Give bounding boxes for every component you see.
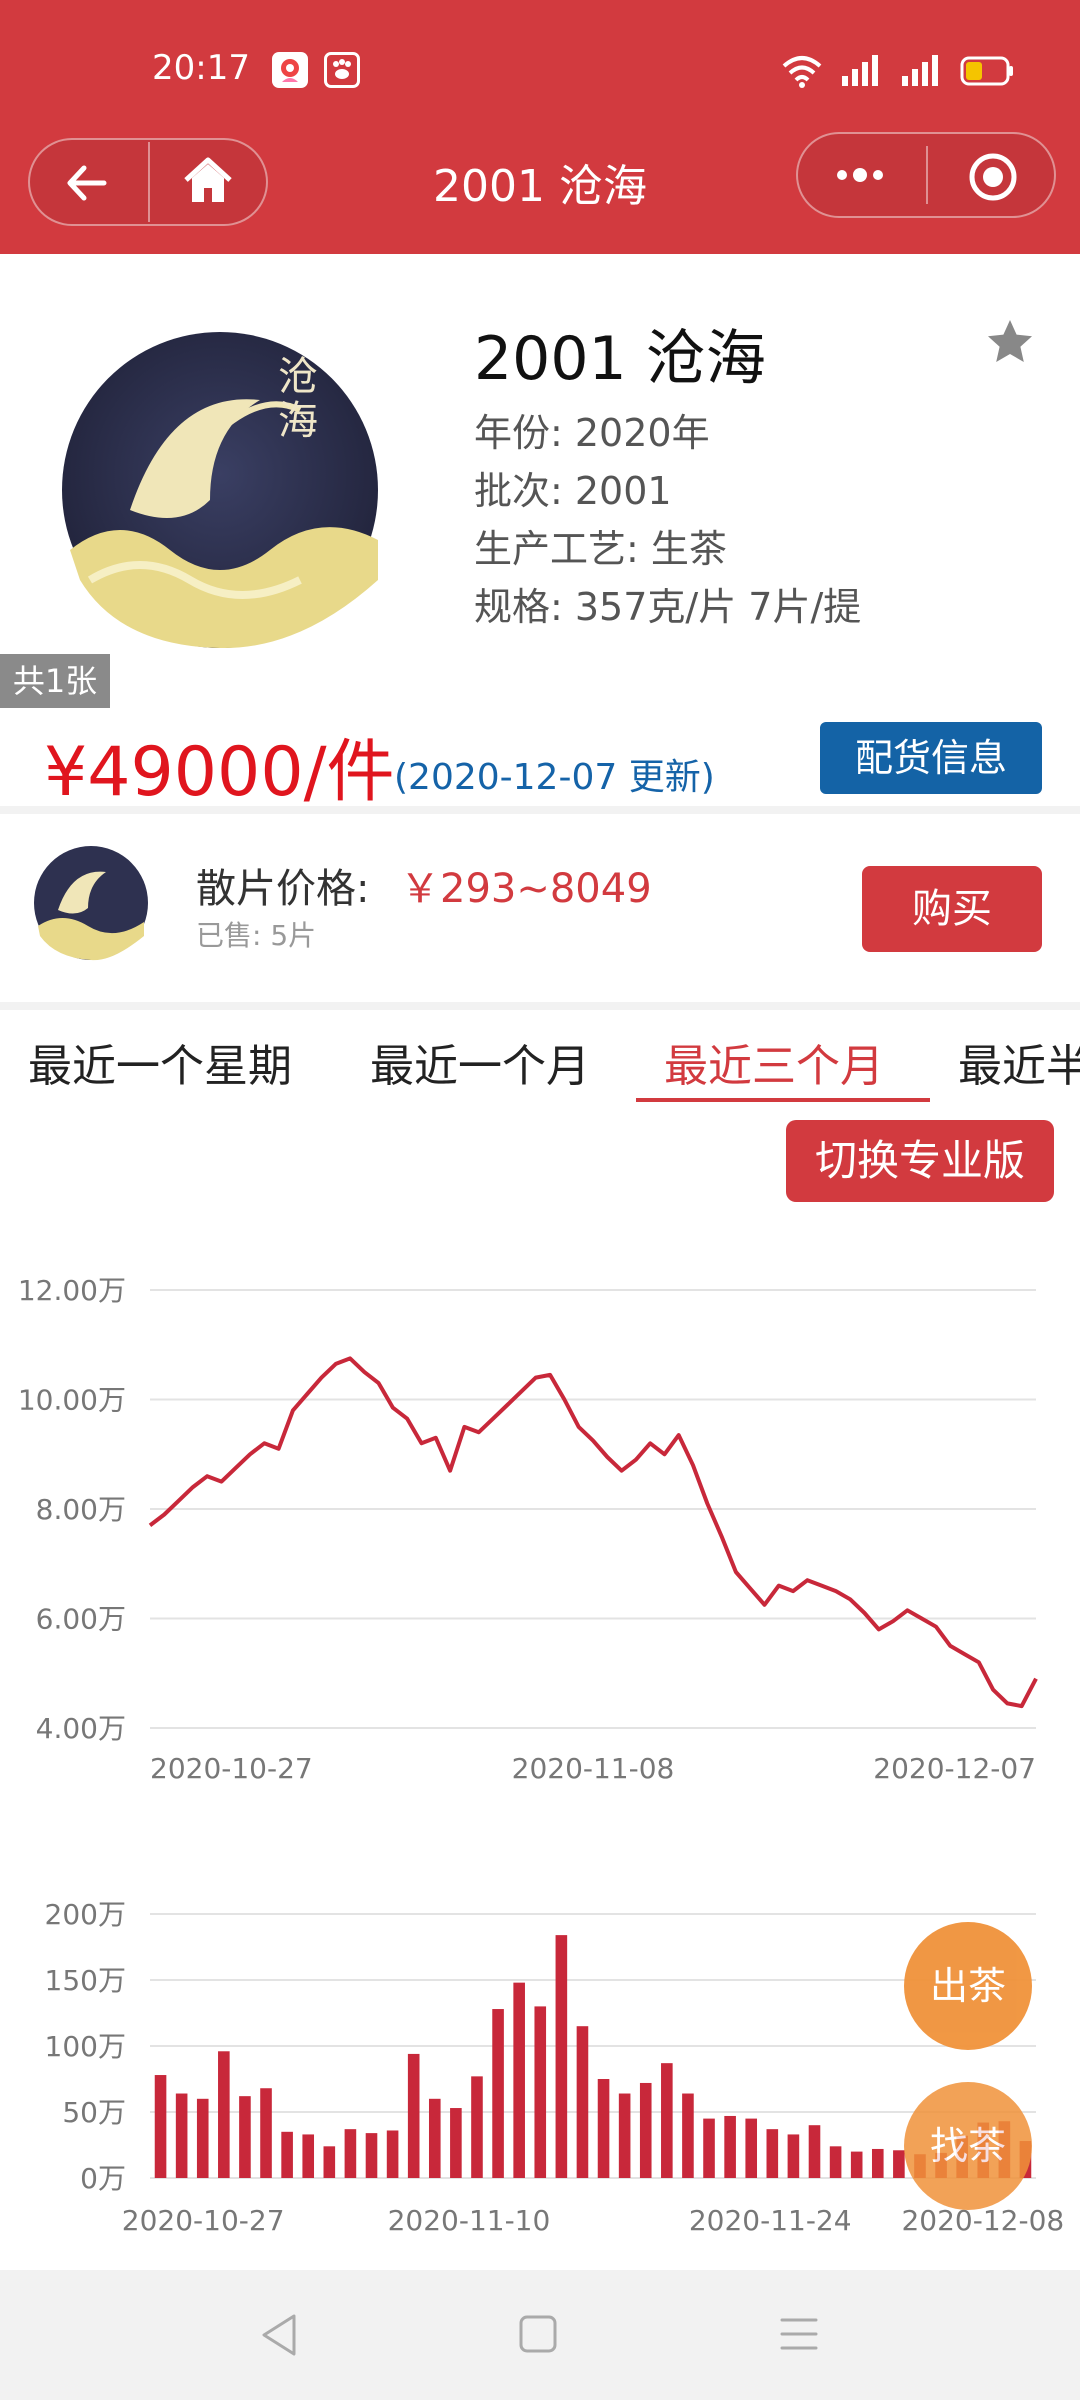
tab-last-week[interactable]: 最近一个星期 [28,1030,292,1094]
volume-bar [281,2131,293,2178]
signal-icon-2 [896,52,940,92]
y-tick-label: 8.00万 [36,1493,126,1526]
sell-tea-fab[interactable]: 出茶 [904,1922,1032,2050]
tab-last-month[interactable]: 最近一个月 [370,1030,590,1094]
battery-icon [960,56,1014,90]
volume-bar [175,2093,188,2178]
y-tick-label: 0万 [80,2162,126,2195]
volume-bar [513,1982,525,2178]
product-spec: 规格: 357克/片 7片/提 [474,585,862,629]
volume-bar [682,2093,694,2178]
tea-cake-image[interactable]: 沧 海 [60,330,380,654]
volume-bar [471,2076,483,2178]
price-series-line [148,1356,1038,1709]
x-tick-label: 2020-11-24 [689,2204,852,2237]
x-tick-label: 2020-10-27 [122,2204,285,2237]
x-tick-label: 2020-12-08 [901,2204,1064,2237]
loose-tea-thumbnail [32,844,150,966]
volume-bar [639,2082,652,2178]
volume-bar [850,2151,863,2178]
product-price: ¥49000/件 [44,733,395,812]
svg-text:沧: 沧 [278,354,318,400]
volume-bar [428,2098,441,2178]
close-target-icon[interactable] [966,150,1020,208]
volume-bar [597,2079,610,2178]
find-tea-fab[interactable]: 找茶 [904,2082,1032,2210]
loose-sold-count: 已售: 5片 [196,919,317,952]
product-batch: 批次: 2001 [474,469,672,513]
volume-bar [555,1935,568,2178]
volume-bar [260,2088,272,2178]
x-tick-label: 2020-11-08 [512,1752,675,1785]
notification-app-icon [272,52,308,88]
price-updated: (2020-12-07 更新) [394,757,715,798]
paw-app-icon [324,52,360,88]
x-tick-label: 2020-11-10 [388,2204,551,2237]
y-tick-label: 100万 [45,2030,126,2063]
volume-bar [766,2129,779,2178]
favorite-star-icon[interactable] [984,316,1036,372]
volume-bar [492,2009,504,2178]
volume-bar [787,2134,800,2178]
volume-bar [724,2115,736,2178]
y-tick-label: 150万 [45,1964,126,1997]
loose-price-range: ￥293~8049 [400,866,652,912]
wifi-icon [782,54,822,92]
x-tick-label: 2020-12-07 [873,1752,1036,1785]
y-tick-label: 4.00万 [36,1712,126,1745]
product-process: 生产工艺: 生茶 [474,527,727,571]
y-tick-label: 10.00万 [18,1384,126,1417]
volume-bar [386,2130,399,2178]
loose-price-label: 散片价格: [196,866,370,912]
y-tick-label: 6.00万 [36,1603,126,1636]
volume-bar [871,2148,884,2178]
status-time: 20:17 [152,48,250,88]
volume-bar [218,2051,230,2178]
tab-last-half-year[interactable]: 最近半 [958,1030,1080,1094]
price-line-chart: 12.00万 10.00万 8.00万 6.00万 4.00万 2020-10-27 202… [18,1274,1038,1785]
svg-text:海: 海 [278,398,318,444]
volume-bar [196,2098,209,2178]
volume-bar [661,2063,673,2178]
volume-bar [154,2075,167,2178]
volume-bar [450,2108,462,2178]
volume-bar [302,2134,315,2178]
y-tick-label: 12.00万 [18,1274,126,1307]
volume-bar [745,2118,758,2178]
volume-bar [534,2006,547,2178]
active-tab-indicator [636,1098,930,1102]
volume-bar [576,2026,589,2178]
capsule-divider [926,146,928,204]
distribution-info-button[interactable]: 配货信息 [820,722,1042,794]
system-menu-icon[interactable] [776,2314,822,2358]
switch-pro-version-button[interactable]: 切换专业版 [786,1120,1054,1202]
product-year: 年份: 2020年 [474,411,710,455]
y-tick-label: 50万 [62,2096,126,2129]
volume-bar [323,2146,336,2178]
volume-bar [703,2118,715,2178]
system-back-icon[interactable] [256,2310,302,2364]
volume-bar [618,2093,631,2178]
volume-bar [344,2129,357,2178]
volume-bar [365,2133,378,2178]
volume-bar [829,2146,842,2178]
buy-button[interactable]: 购买 [862,866,1042,952]
tab-last-three-months[interactable]: 最近三个月 [664,1030,884,1094]
image-count-badge: 共1张 [0,654,110,708]
y-tick-label: 200万 [45,1898,126,1931]
volume-bar [239,2096,251,2178]
volume-bar [893,2150,905,2178]
volume-bar [808,2125,821,2178]
system-home-icon[interactable] [516,2312,560,2360]
product-name: 2001 沧海 [474,324,766,394]
signal-icon-1 [836,52,880,92]
more-dots-icon[interactable] [830,158,890,196]
volume-bar [407,2053,420,2178]
x-tick-label: 2020-10-27 [150,1752,313,1785]
